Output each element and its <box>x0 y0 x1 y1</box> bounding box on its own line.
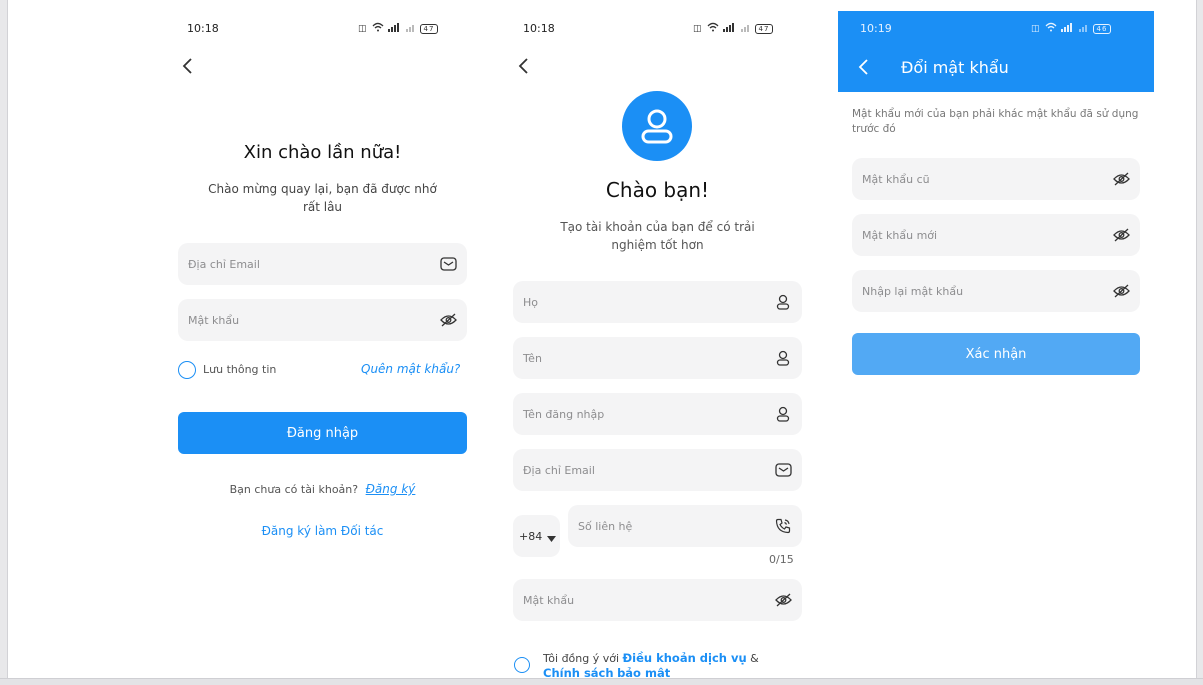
password-field[interactable]: Mật khẩu <box>178 299 467 341</box>
page-subtitle: Chào mừng quay lại, bạn đã được nhớ rất … <box>178 180 467 216</box>
first-name-field[interactable]: Tên <box>513 337 802 379</box>
chevron-down-icon <box>547 527 557 546</box>
email-field[interactable]: Địa chỉ Email <box>513 449 802 491</box>
last-name-field[interactable]: Họ <box>513 281 802 323</box>
status-icons: ◫ 46 <box>1031 22 1112 35</box>
battery-icon: 47 <box>754 23 774 34</box>
note-line-1: Mật khẩu mới của bạn phải khác mật khẩu … <box>852 108 1139 120</box>
eye-off-icon[interactable] <box>439 311 457 329</box>
signal-icon <box>722 22 737 35</box>
page-subtitle: Tạo tài khoản của bạn để có trải nghiệm … <box>513 218 802 254</box>
mail-icon <box>774 461 792 479</box>
wifi-icon <box>372 22 384 35</box>
status-time: 10:18 <box>187 22 219 35</box>
remember-label: Lưu thông tin <box>203 363 277 376</box>
back-icon[interactable] <box>857 58 869 81</box>
battery-icon: 46 <box>1092 23 1112 34</box>
password-note: Mật khẩu mới của bạn phải khác mật khẩu … <box>852 107 1142 137</box>
note-line-2: trước đó <box>852 123 896 135</box>
agree-prefix: Tôi đồng ý với <box>543 652 620 665</box>
no-account-text: Bạn chưa có tài khoản? <box>229 483 359 496</box>
back-icon[interactable] <box>181 57 193 80</box>
page-title: Xin chào lần nữa! <box>243 142 402 163</box>
window-edge-right <box>1196 0 1203 685</box>
status-time: 10:18 <box>523 22 555 35</box>
battery-icon: 47 <box>419 23 439 34</box>
and-text: & <box>750 652 759 665</box>
vibrate-icon: ◫ <box>693 23 703 34</box>
wifi-icon <box>1045 22 1057 35</box>
phone-char-counter: 0/15 <box>769 553 794 566</box>
password-placeholder: Mật khẩu <box>523 593 575 607</box>
phone-placeholder: Số liên hệ <box>578 519 633 533</box>
vibrate-icon: ◫ <box>358 23 368 34</box>
agree-terms-text: Tôi đồng ý với Điều khoản dịch vụ & Chín… <box>543 651 798 678</box>
user-icon <box>774 405 792 423</box>
confirm-password-field[interactable]: Nhập lại mật khẩu <box>852 270 1140 312</box>
subtitle-line-2: rất lâu <box>302 200 343 214</box>
user-icon <box>774 349 792 367</box>
window-edge-bottom <box>0 678 1203 685</box>
email-field[interactable]: Địa chỉ Email <box>178 243 467 285</box>
signal-icon <box>387 22 402 35</box>
signal-icon-2 <box>740 23 751 35</box>
eye-off-icon[interactable] <box>1112 170 1130 188</box>
user-icon <box>774 293 792 311</box>
country-code-select[interactable]: +84 <box>513 515 560 557</box>
privacy-policy-link[interactable]: Chính sách <box>543 666 614 678</box>
status-icons: ◫ 47 <box>693 22 774 35</box>
phone-icon <box>774 517 792 535</box>
password-placeholder: Mật khẩu <box>188 313 240 327</box>
status-time: 10:19 <box>860 22 892 35</box>
new-password-placeholder: Mật khẩu mới <box>862 228 938 242</box>
subtitle-line-1: Chào mừng quay lại, bạn đã được nhớ <box>208 182 437 196</box>
page-title: Chào bạn! <box>605 178 710 202</box>
username-field[interactable]: Tên đăng nhập <box>513 393 802 435</box>
remember-checkbox[interactable] <box>178 361 196 379</box>
subtitle-line-1: Tạo tài khoản của bạn để có trải <box>560 220 755 234</box>
terms-link[interactable]: Điều khoản dịch vụ <box>623 651 747 665</box>
country-code-value: +84 <box>519 529 543 543</box>
eye-off-icon[interactable] <box>1112 282 1130 300</box>
password-field[interactable]: Mật khẩu <box>513 579 802 621</box>
page-title: Đổi mật khẩu <box>901 58 1009 77</box>
subtitle-line-2: nghiệm tốt hơn <box>611 238 704 252</box>
login-button[interactable]: Đăng nhập <box>178 412 467 454</box>
register-link[interactable]: Đăng ký <box>366 482 416 496</box>
email-placeholder: Địa chỉ Email <box>523 463 595 477</box>
signal-icon <box>1060 22 1075 35</box>
mail-icon <box>439 255 457 273</box>
privacy-policy-link-line-2[interactable]: bảo mật <box>617 666 670 678</box>
old-password-field[interactable]: Mật khẩu cũ <box>852 158 1140 200</box>
username-placeholder: Tên đăng nhập <box>523 407 605 421</box>
partner-register-link[interactable]: Đăng ký làm Đối tác <box>178 524 467 538</box>
email-placeholder: Địa chỉ Email <box>188 257 260 271</box>
window-edge-left <box>0 0 8 685</box>
signal-icon-2 <box>1078 23 1089 35</box>
vibrate-icon: ◫ <box>1031 23 1041 34</box>
avatar-icon <box>622 91 692 161</box>
wifi-icon <box>707 22 719 35</box>
last-name-placeholder: Họ <box>523 295 539 309</box>
agree-terms-checkbox[interactable] <box>514 657 530 673</box>
new-password-field[interactable]: Mật khẩu mới <box>852 214 1140 256</box>
confirm-password-placeholder: Nhập lại mật khẩu <box>862 284 964 298</box>
signal-icon-2 <box>405 23 416 35</box>
eye-off-icon[interactable] <box>774 591 792 609</box>
eye-off-icon[interactable] <box>1112 226 1130 244</box>
confirm-button[interactable]: Xác nhận <box>852 333 1140 375</box>
status-icons: ◫ 47 <box>358 22 439 35</box>
back-icon[interactable] <box>517 57 529 80</box>
first-name-placeholder: Tên <box>523 351 542 365</box>
register-prompt: Bạn chưa có tài khoản? Đăng ký <box>178 482 467 496</box>
phone-field[interactable]: Số liên hệ <box>568 505 802 547</box>
forgot-password-link[interactable]: Quên mật khẩu? <box>361 362 460 376</box>
old-password-placeholder: Mật khẩu cũ <box>862 172 930 186</box>
